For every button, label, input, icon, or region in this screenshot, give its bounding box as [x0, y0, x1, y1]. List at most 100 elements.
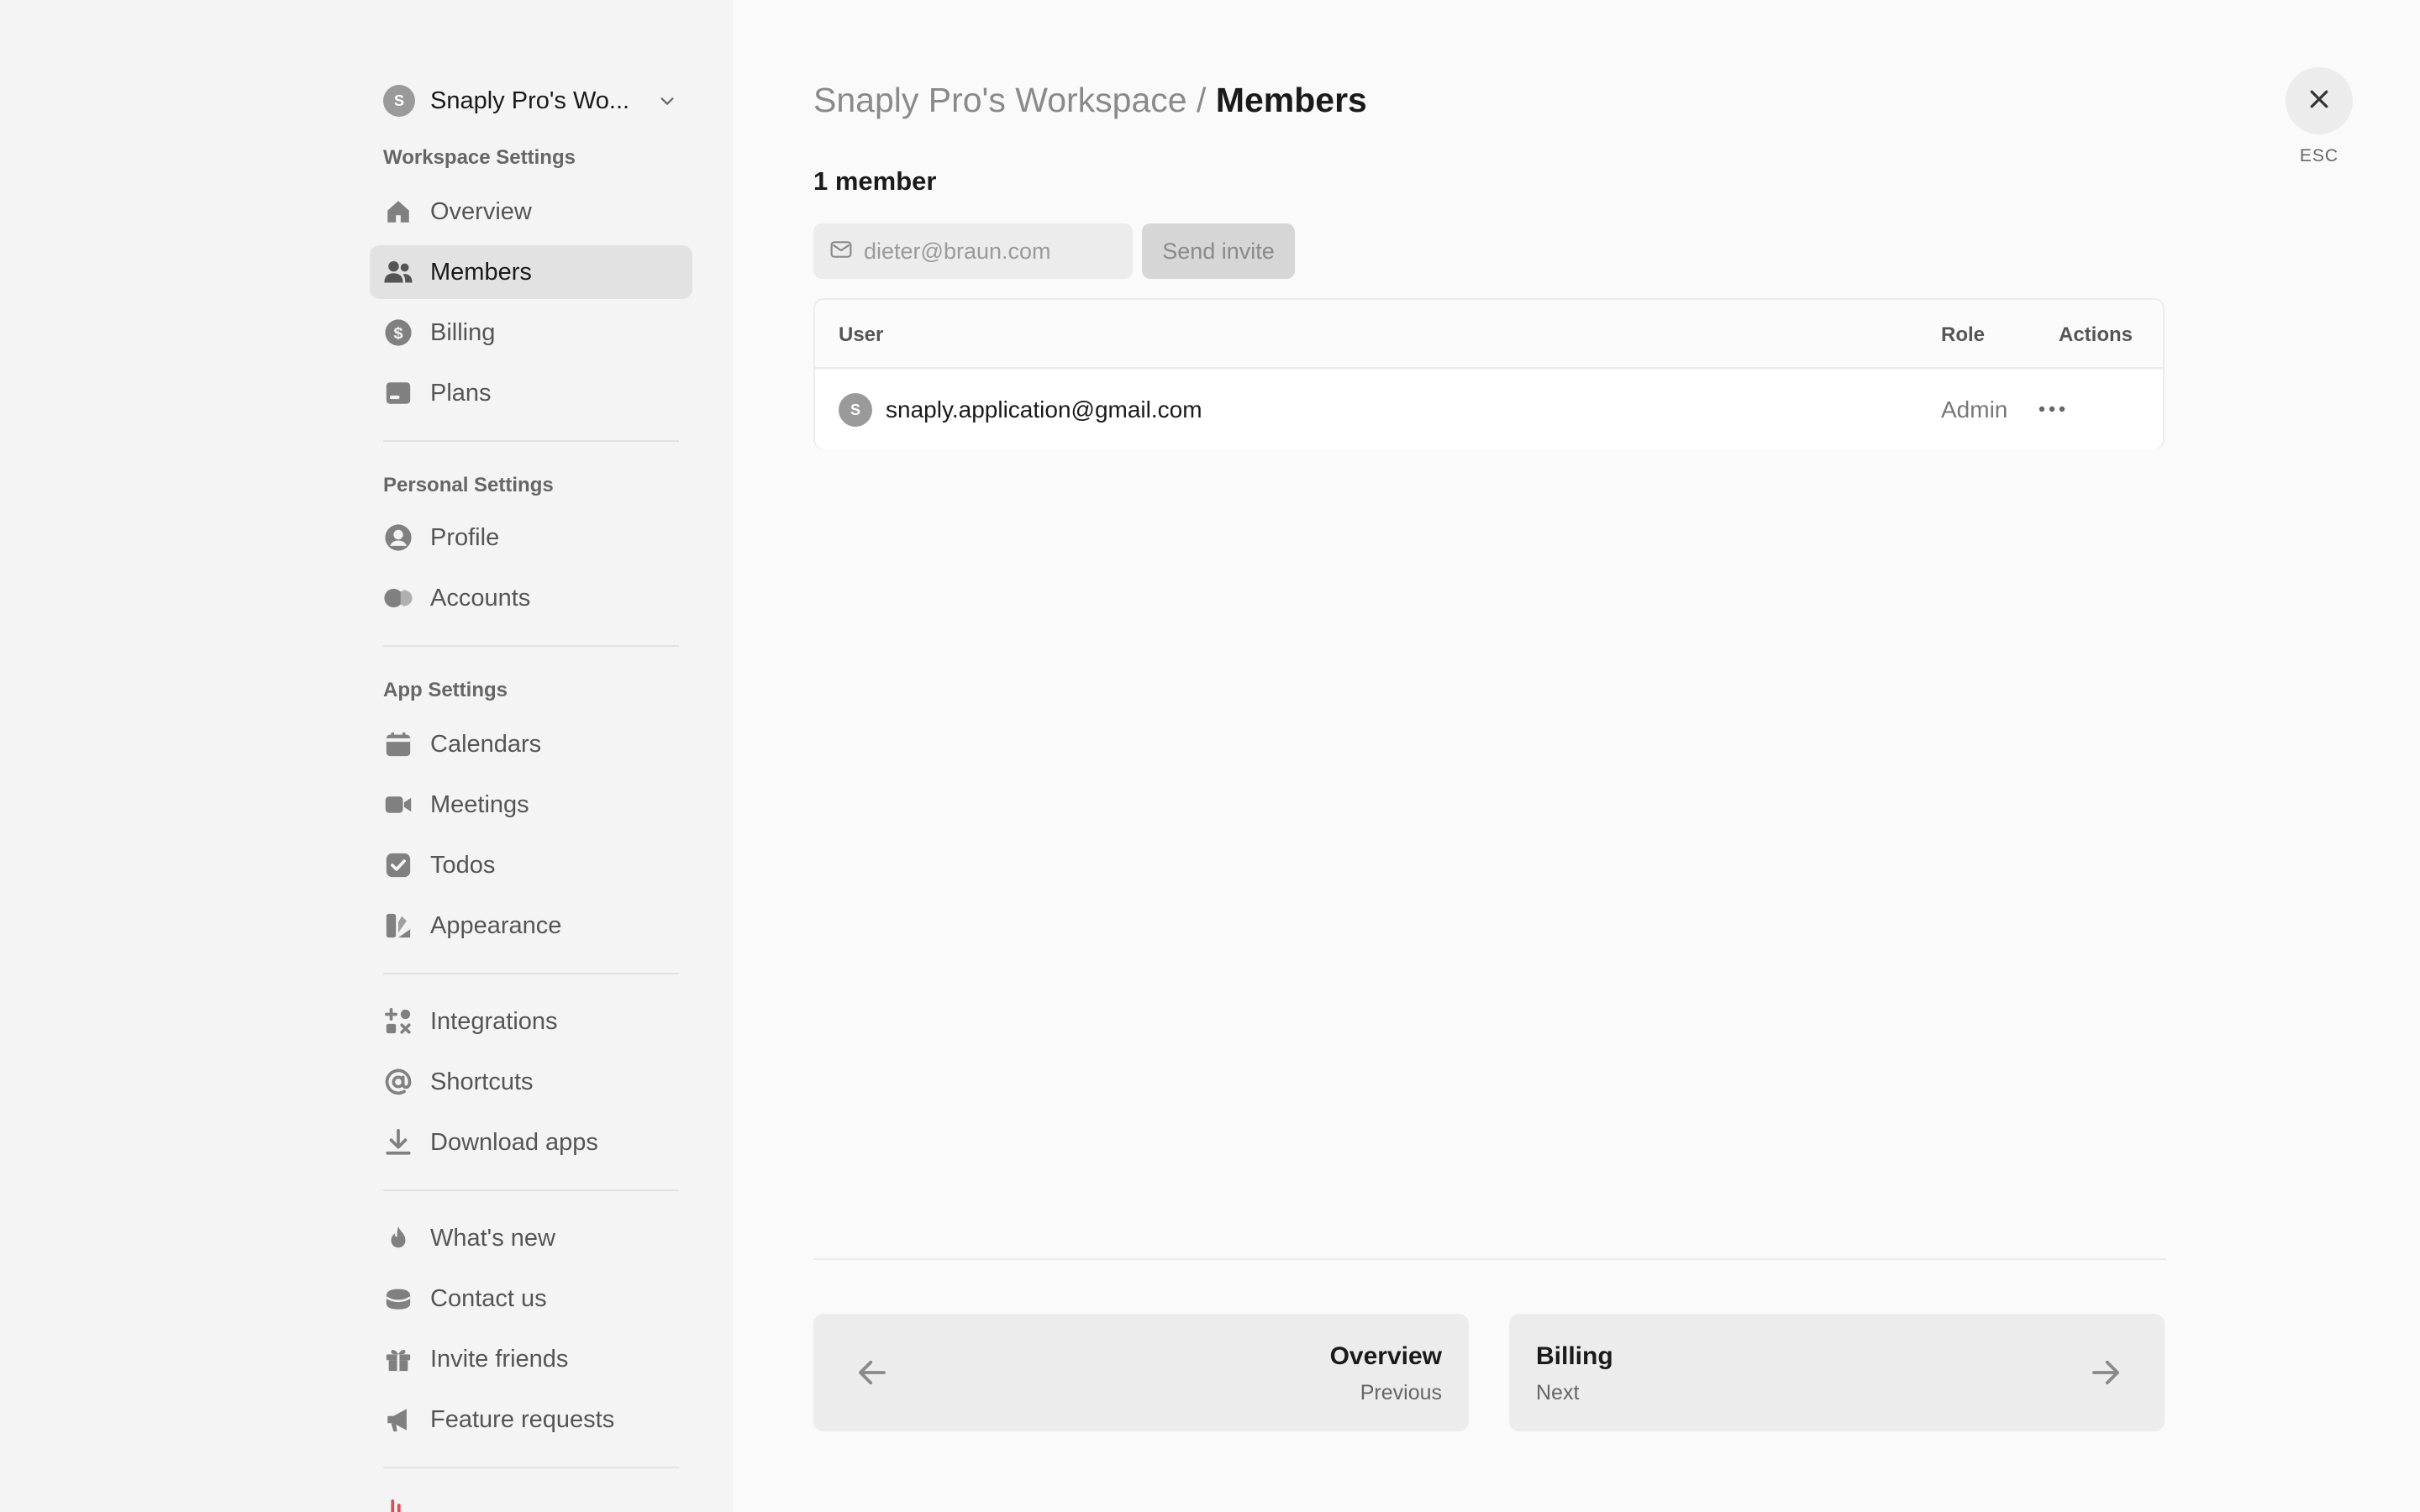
column-header-user: User [839, 323, 884, 346]
users-icon [383, 257, 413, 287]
toggle-icon [383, 583, 413, 613]
next-page-title: Billing [1536, 1342, 1613, 1370]
at-icon [383, 1067, 413, 1097]
breadcrumb: Snaply Pro's Workspace / Members [813, 81, 1367, 120]
sidebar-item-contact-us[interactable]: Contact us [370, 1272, 692, 1326]
sidebar-item-label: Calendars [430, 730, 542, 758]
logout-icon [383, 1497, 408, 1512]
avatar: S [839, 393, 872, 427]
member-email: snaply.application@gmail.com [886, 396, 1202, 423]
sidebar-item-profile[interactable]: Profile [370, 511, 692, 564]
divider [813, 1258, 2166, 1260]
member-count: 1 member [813, 166, 937, 196]
sidebar-item-meetings[interactable]: Meetings [370, 778, 692, 832]
sidebar-item-label: Meetings [430, 790, 529, 818]
personal-settings-label: Personal Settings [383, 474, 554, 496]
sidebar-item-download-apps[interactable]: Download apps [370, 1116, 692, 1169]
sidebar-item-calendars[interactable]: Calendars [370, 717, 692, 771]
sidebar-item-label: Overview [430, 197, 532, 225]
invite-email-input[interactable] [864, 238, 1116, 265]
palette-icon [383, 911, 413, 941]
sidebar-item-members[interactable]: Members [370, 245, 692, 299]
sidebar-item-overview[interactable]: Overview [370, 185, 692, 239]
breadcrumb-separator: / [1197, 81, 1207, 119]
sidebar-item-accounts[interactable]: Accounts [370, 571, 692, 625]
sidebar-item-label: Integrations [430, 1007, 558, 1035]
send-invite-button[interactable]: Send invite [1142, 223, 1295, 279]
main-panel: Snaply Pro's Workspace / Members 1 membe… [733, 0, 2420, 1512]
mail-icon [830, 240, 852, 263]
svg-text:$: $ [393, 324, 402, 343]
integrations-icon [383, 1006, 413, 1037]
sidebar-item-label: Shortcuts [430, 1068, 534, 1095]
dollar-icon: $ [383, 318, 413, 348]
column-header-role: Role [1941, 323, 1986, 346]
sidebar-item-invite-friends[interactable]: Invite friends [370, 1332, 692, 1386]
divider [383, 1189, 679, 1191]
sidebar-item-label: Contact us [430, 1284, 547, 1312]
sidebar: S Snaply Pro's Wo... Workspace Settings … [0, 0, 733, 1512]
sidebar-item-label: What's new [430, 1224, 555, 1252]
next-page-subtitle: Next [1536, 1381, 1580, 1404]
home-icon [383, 197, 413, 227]
sidebar-item-shortcuts[interactable]: Shortcuts [370, 1055, 692, 1109]
sidebar-item-appearance[interactable]: Appearance [370, 899, 692, 953]
next-page-button[interactable]: Billing Next [1509, 1314, 2165, 1431]
sidebar-item-todos[interactable]: Todos [370, 838, 692, 892]
invite-email-field[interactable] [813, 223, 1133, 279]
sidebar-item-label: Download apps [430, 1128, 598, 1156]
sidebar-item-label: Profile [430, 523, 500, 551]
sidebar-item-label: Feature requests [430, 1405, 615, 1433]
calendar-icon [383, 729, 413, 759]
workspace-switcher[interactable]: S Snaply Pro's Wo... [383, 82, 679, 119]
gift-icon [383, 1344, 413, 1374]
sidebar-item-label: Accounts [430, 584, 531, 612]
video-icon [383, 790, 413, 820]
logout-item[interactable] [383, 1497, 408, 1512]
sidebar-item-label: Members [430, 258, 532, 286]
esc-hint: ESC [2299, 146, 2339, 165]
table-header: User Role Actions [815, 300, 2163, 369]
chevron-down-icon [655, 89, 679, 113]
sidebar-item-label: Todos [430, 851, 496, 879]
close-icon [2307, 87, 2332, 116]
sidebar-item-label: Billing [430, 318, 496, 346]
arrow-left-icon [852, 1352, 892, 1393]
sidebar-item-feature-requests[interactable]: Feature requests [370, 1393, 692, 1446]
divider [383, 440, 679, 442]
divider [383, 973, 679, 974]
workspace-avatar: S [383, 85, 415, 117]
sidebar-item-whats-new[interactable]: What's new [370, 1211, 692, 1265]
column-header-actions: Actions [2059, 323, 2133, 346]
table-row: S snaply.application@gmail.com Admin [815, 370, 2163, 449]
previous-page-subtitle: Previous [1360, 1381, 1442, 1404]
sidebar-item-label: Appearance [430, 911, 562, 939]
workspace-name: Snaply Pro's Wo... [430, 87, 630, 114]
sidebar-item-label: Plans [430, 379, 492, 407]
sidebar-item-label: Invite friends [430, 1345, 569, 1373]
sidebar-item-integrations[interactable]: Integrations [370, 995, 692, 1048]
app-settings-label: App Settings [383, 679, 508, 701]
arrow-right-icon [2086, 1352, 2126, 1393]
inbox-icon [383, 1284, 413, 1314]
workspace-settings-label: Workspace Settings [383, 146, 576, 169]
card-icon [383, 378, 413, 408]
previous-page-button[interactable]: Overview Previous [813, 1314, 1469, 1431]
user-circle-icon [383, 522, 413, 553]
breadcrumb-workspace[interactable]: Snaply Pro's Workspace [813, 81, 1187, 119]
previous-page-title: Overview [1329, 1342, 1442, 1370]
ellipsis-icon [2038, 402, 2066, 417]
divider [383, 645, 679, 647]
page-title: Members [1215, 81, 1367, 119]
checkbox-icon [383, 850, 413, 880]
close-button[interactable] [2286, 67, 2353, 134]
more-actions-button[interactable] [2032, 393, 2072, 427]
flame-icon [383, 1223, 413, 1253]
members-table: User Role Actions S snaply.application@g… [813, 298, 2165, 449]
sidebar-item-billing[interactable]: $ Billing [370, 306, 692, 360]
download-icon [383, 1127, 413, 1158]
divider [383, 1467, 679, 1468]
sidebar-item-plans[interactable]: Plans [370, 366, 692, 420]
member-role: Admin [1941, 396, 2008, 423]
megaphone-icon [383, 1404, 413, 1435]
